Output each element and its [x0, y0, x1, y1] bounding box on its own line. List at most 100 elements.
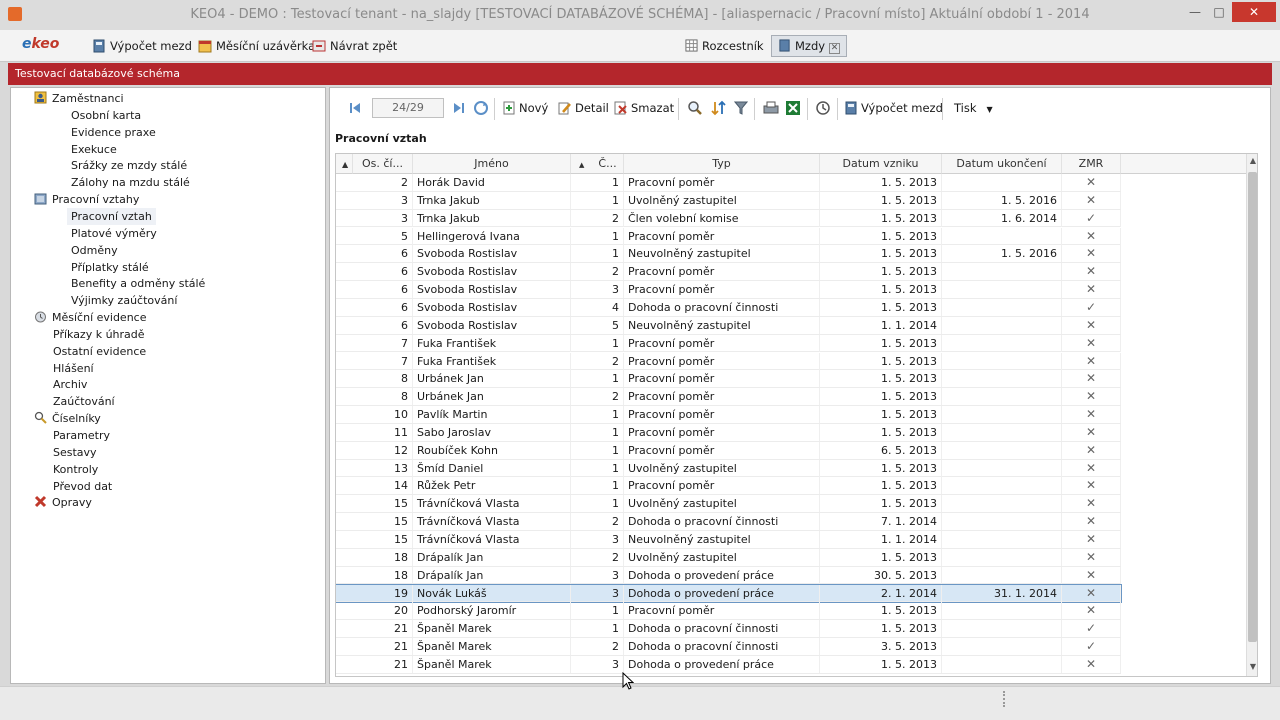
history-clock-icon[interactable] [815, 100, 831, 116]
table-row[interactable]: 18 Drápalík Jan 2 Uvolněný zastupitel 1. 5. … [336, 548, 1121, 567]
print-icon[interactable] [763, 101, 779, 115]
tree-item-zalohy-na-mzdu-stale[interactable]: Zálohy na mzdu stálé [71, 174, 190, 191]
tab-rozcestnik[interactable]: Rozcestník [678, 35, 771, 57]
tree-item-vyjimky-zauctovani[interactable]: Výjimky zaúčtování [71, 292, 177, 309]
vertical-scrollbar[interactable]: ▲ ▼ [1246, 154, 1257, 676]
scrollbar-thumb[interactable] [1248, 172, 1257, 642]
table-row[interactable]: 21 Španěl Marek 3 Dohoda o provedení práce 1… [336, 655, 1121, 674]
table-row[interactable]: 2 Horák David 1 Pracovní poměr 1. 5. 2013 ✕ [336, 174, 1121, 192]
table-row[interactable]: 15 Trávníčková Vlasta 2 Dohoda o pracovní č… [336, 513, 1121, 531]
excel-export-icon[interactable] [785, 100, 801, 116]
print-menu-button[interactable]: Tisk ▼ [954, 99, 993, 117]
tree-item-zauctovani[interactable]: Zaúčtování [53, 393, 115, 410]
table-row-selected[interactable]: 19 Novák Lukáš 3 Dohoda o provedení práce 2.… [336, 583, 1122, 604]
tree-item-odmeny[interactable]: Odměny [71, 242, 118, 259]
mesicni-uzaverka-button[interactable]: Měsíční uzávěrka [198, 37, 315, 55]
table-row[interactable]: 15 Trávníčková Vlasta 1 Uvolněný zastupitel… [336, 495, 1121, 514]
table-row[interactable]: 3 Trnka Jakub 1 Uvolněný zastupitel 1. 5. 20… [336, 191, 1121, 210]
delete-button[interactable]: Smazat [614, 99, 674, 117]
record-pager[interactable]: 24/29 [372, 98, 444, 118]
cell-datum-vzniku: 1. 5. 2013 [820, 370, 942, 388]
table-row[interactable]: 20 Podhorský Jaromír 1 Pracovní poměr 1. 5. … [336, 602, 1121, 621]
tree-item-ciselniky[interactable]: Číselníky [34, 410, 101, 427]
table-row[interactable]: 6 Svoboda Rostislav 3 Pracovní poměr 1. 5. 2… [336, 281, 1121, 299]
maximize-button[interactable]: □ [1208, 2, 1230, 22]
tree-item-archiv[interactable]: Archiv [53, 376, 87, 393]
calculator-icon [845, 101, 857, 115]
tab-mzdy[interactable]: Mzdy ✕ [771, 35, 848, 57]
tree-item-exekuce[interactable]: Exekuce [71, 141, 117, 158]
column-header-datum-ukonceni[interactable]: Datum ukončení [942, 154, 1062, 174]
cell-os-cislo: 21 [353, 638, 413, 656]
close-tab-icon[interactable]: ✕ [829, 43, 841, 54]
tree-item-evidence-praxe[interactable]: Evidence praxe [71, 124, 156, 141]
filter-icon[interactable] [734, 100, 748, 116]
tree-item-parametry[interactable]: Parametry [53, 427, 110, 444]
table-row[interactable]: 3 Trnka Jakub 2 Člen volební komise 1. 5. 20… [336, 209, 1121, 228]
table-row[interactable]: 5 Hellingerová Ivana 1 Pracovní poměr 1. 5. … [336, 227, 1121, 246]
first-record-icon[interactable] [348, 101, 362, 115]
column-header-cislo[interactable]: ▲ Č... [571, 154, 624, 174]
vypocet-mezd-button[interactable]: Výpočet mezd [92, 37, 192, 55]
table-row[interactable]: 7 Fuka František 1 Pracovní poměr 1. 5. 2013… [336, 334, 1121, 353]
column-header-datum-vzniku[interactable]: Datum vzniku [820, 154, 942, 174]
close-window-button[interactable]: ✕ [1232, 2, 1276, 22]
table-row[interactable]: 6 Svoboda Rostislav 5 Neuvolněný zastupitel… [336, 316, 1121, 335]
table-row[interactable]: 6 Svoboda Rostislav 2 Pracovní poměr 1. 5. 2… [336, 263, 1121, 282]
tree-item-benefity-a-odmeny-stale[interactable]: Benefity a odměny stálé [71, 275, 205, 292]
tree-item-prevod-dat[interactable]: Převod dat [53, 478, 112, 495]
tree-item-opravy[interactable]: Opravy [34, 494, 92, 511]
cell-datum-vzniku: 1. 5. 2013 [820, 245, 942, 263]
refresh-icon[interactable] [473, 100, 489, 116]
column-header-zmr[interactable]: ZMR [1062, 154, 1121, 174]
cell-os-cislo: 3 [353, 209, 413, 227]
search-icon[interactable] [687, 100, 703, 116]
grid-vypocet-mezd-button[interactable]: Výpočet mezd [844, 99, 943, 117]
tree-item-label: Benefity a odměny stálé [71, 277, 206, 291]
sort-icon[interactable] [711, 100, 727, 116]
column-header-jmeno[interactable]: Jméno [413, 154, 571, 174]
table-row[interactable]: 18 Drápalík Jan 3 Dohoda o provedení práce 3… [336, 566, 1121, 585]
table-row[interactable]: 21 Španěl Marek 2 Dohoda o pracovní činnost… [336, 638, 1121, 656]
table-row[interactable]: 21 Španěl Marek 1 Dohoda o pracovní činnost… [336, 620, 1121, 639]
tree-item-pracovni-vztahy[interactable]: Pracovní vztahy [34, 191, 139, 208]
column-header-typ[interactable]: Typ [624, 154, 820, 174]
tree-item-prikazy-k-uhrade[interactable]: Příkazy k úhradě [53, 326, 145, 343]
table-row[interactable]: 15 Trávníčková Vlasta 3 Neuvolněný zastupit… [336, 531, 1121, 549]
sort-ascending-icon: ▲ [579, 161, 585, 169]
cell-zmr: ✕ [1062, 316, 1121, 334]
scroll-up-icon[interactable]: ▲ [1247, 156, 1257, 165]
tree-item-hlaseni[interactable]: Hlášení [53, 360, 94, 377]
tree-item-mesicni-evidence[interactable]: Měsíční evidence [34, 309, 147, 326]
table-row[interactable]: 6 Svoboda Rostislav 4 Dohoda o pracovní čin… [336, 298, 1121, 317]
table-row[interactable]: 8 Urbánek Jan 1 Pracovní poměr 1. 5. 2013 ✕ [336, 370, 1121, 389]
table-row[interactable]: 7 Fuka František 2 Pracovní poměr 1. 5. 2013… [336, 352, 1121, 371]
table-row[interactable]: 14 Růžek Petr 1 Pracovní poměr 1. 5. 2013 ✕ [336, 477, 1121, 496]
minimize-button[interactable]: — [1184, 2, 1206, 22]
tree-item-osobni-karta[interactable]: Osobní karta [71, 107, 141, 124]
tree-item-srazky-ze-mzdy-stale[interactable]: Srážky ze mzdy stálé [71, 157, 187, 174]
table-row[interactable]: 11 Sabo Jaroslav 1 Pracovní poměr 1. 5. 2013… [336, 423, 1121, 442]
tree-item-kontroly[interactable]: Kontroly [53, 461, 98, 478]
tree-item-ostatni-evidence[interactable]: Ostatní evidence [53, 343, 146, 360]
table-row[interactable]: 12 Roubíček Kohn 1 Pracovní poměr 6. 5. 2013… [336, 441, 1121, 460]
last-record-icon[interactable] [452, 101, 466, 115]
cell-typ: Pracovní poměr [624, 477, 820, 495]
scroll-down-icon[interactable]: ▼ [1247, 662, 1257, 671]
new-button[interactable]: Nový [502, 99, 548, 117]
tree-item-platove-vymery[interactable]: Platové výměry [71, 225, 157, 242]
table-row[interactable]: 6 Svoboda Rostislav 1 Neuvolněný zastupitel… [336, 245, 1121, 264]
tree-item-pracovni-vztah[interactable]: Pracovní vztah [67, 207, 156, 225]
tree-item-priplatky-stale[interactable]: Příplatky stálé [71, 259, 149, 276]
tree-item-zamestnanci[interactable]: Zaměstnanci [34, 90, 124, 107]
column-header-os-cislo[interactable]: Os. čí... [353, 154, 413, 174]
table-row[interactable]: 10 Pavlík Martin 1 Pracovní poměr 1. 5. 2013… [336, 406, 1121, 424]
table-row[interactable]: 8 Urbánek Jan 2 Pracovní poměr 1. 5. 2013 ✕ [336, 388, 1121, 406]
table-row[interactable]: 13 Šmíd Daniel 1 Uvolněný zastupitel 1. 5. 2… [336, 459, 1121, 478]
cell-os-cislo: 2 [353, 174, 413, 191]
tree-item-sestavy[interactable]: Sestavy [53, 444, 97, 461]
navrat-zpet-button[interactable]: Návrat zpět [312, 37, 397, 55]
detail-button[interactable]: Detail [558, 99, 609, 117]
header-sort-indicator[interactable]: ▲ [336, 154, 353, 174]
status-grip[interactable] [1003, 691, 1005, 707]
